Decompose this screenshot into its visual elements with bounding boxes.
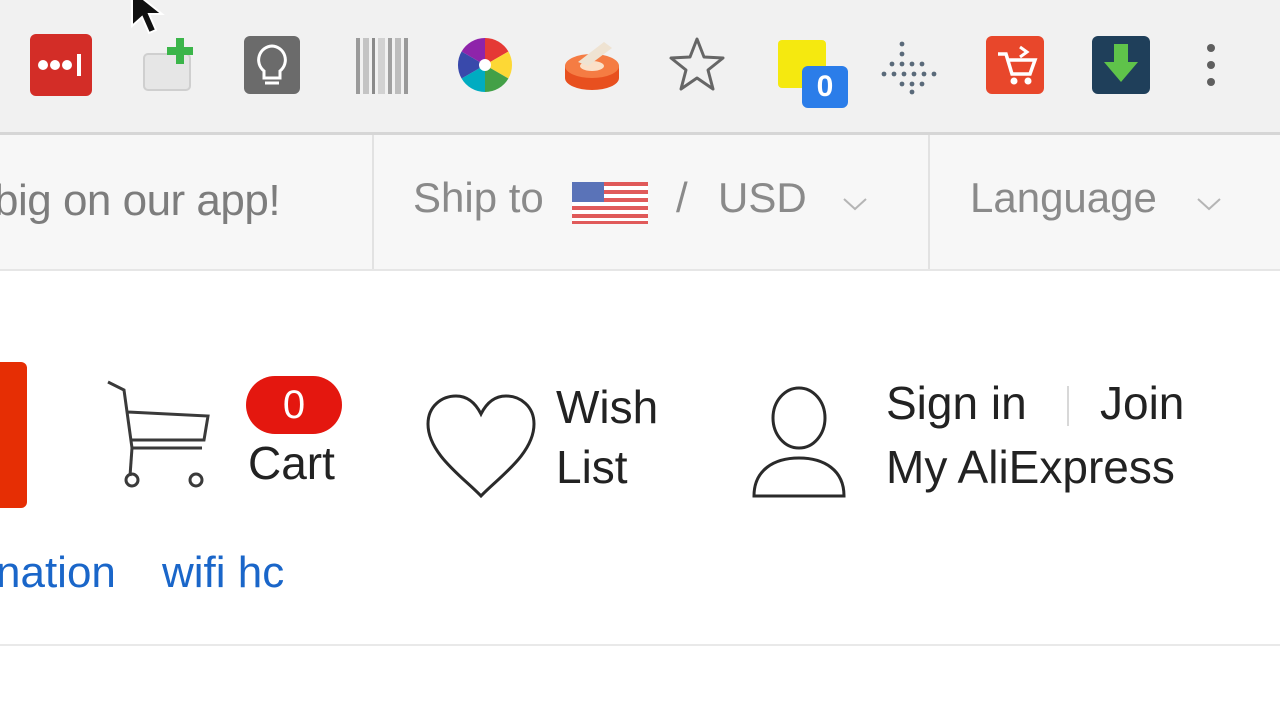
divider (0, 644, 1280, 646)
user-avatar-icon[interactable] (750, 384, 848, 500)
hot-keyword-link[interactable]: nation (0, 548, 116, 598)
wish-list-link[interactable]: Wish (556, 380, 658, 434)
download-arrow-icon[interactable] (1090, 30, 1152, 100)
divider (372, 135, 374, 269)
ship-to-label[interactable]: Ship to (413, 174, 544, 222)
language-selector[interactable]: Language (970, 174, 1157, 222)
search-button-edge[interactable] (0, 362, 27, 508)
heart-icon[interactable] (424, 392, 538, 500)
cart-arrow-icon[interactable] (984, 30, 1046, 100)
sign-in-link[interactable]: Sign in (886, 376, 1027, 430)
lightbulb-icon[interactable] (242, 30, 302, 100)
us-flag-icon[interactable] (572, 182, 648, 224)
add-tab-icon[interactable] (140, 30, 200, 100)
browser-extension-toolbar: 0 (0, 0, 1280, 135)
barcode-icon[interactable] (354, 30, 410, 100)
color-wheel-icon[interactable] (456, 30, 514, 100)
more-menu-icon[interactable] (1196, 30, 1226, 100)
hot-keyword-link[interactable]: wifi hc (162, 548, 304, 598)
chevron-down-icon[interactable] (842, 196, 868, 212)
dot-grid-icon[interactable] (880, 30, 940, 100)
app-promo-text[interactable]: big on our app! (0, 176, 281, 226)
divider (928, 135, 930, 269)
bookmark-star-icon[interactable] (666, 30, 728, 100)
divider (1067, 386, 1069, 426)
mouse-cursor-icon (131, 0, 165, 35)
join-link[interactable]: Join (1100, 376, 1184, 430)
cart-count-badge: 0 (246, 376, 342, 434)
currency-label[interactable]: USD (718, 174, 807, 222)
tape-icon[interactable] (562, 30, 622, 100)
lastpass-icon[interactable] (30, 30, 92, 100)
sticky-note-badge: 0 (802, 66, 848, 108)
chevron-down-icon[interactable] (1196, 196, 1222, 212)
separator-slash: / (676, 174, 688, 221)
wish-list-link-line2[interactable]: List (556, 440, 628, 494)
my-aliexpress-link[interactable]: My AliExpress (886, 440, 1175, 494)
cart-link[interactable]: Cart (248, 436, 335, 490)
cart-icon[interactable] (104, 378, 216, 492)
